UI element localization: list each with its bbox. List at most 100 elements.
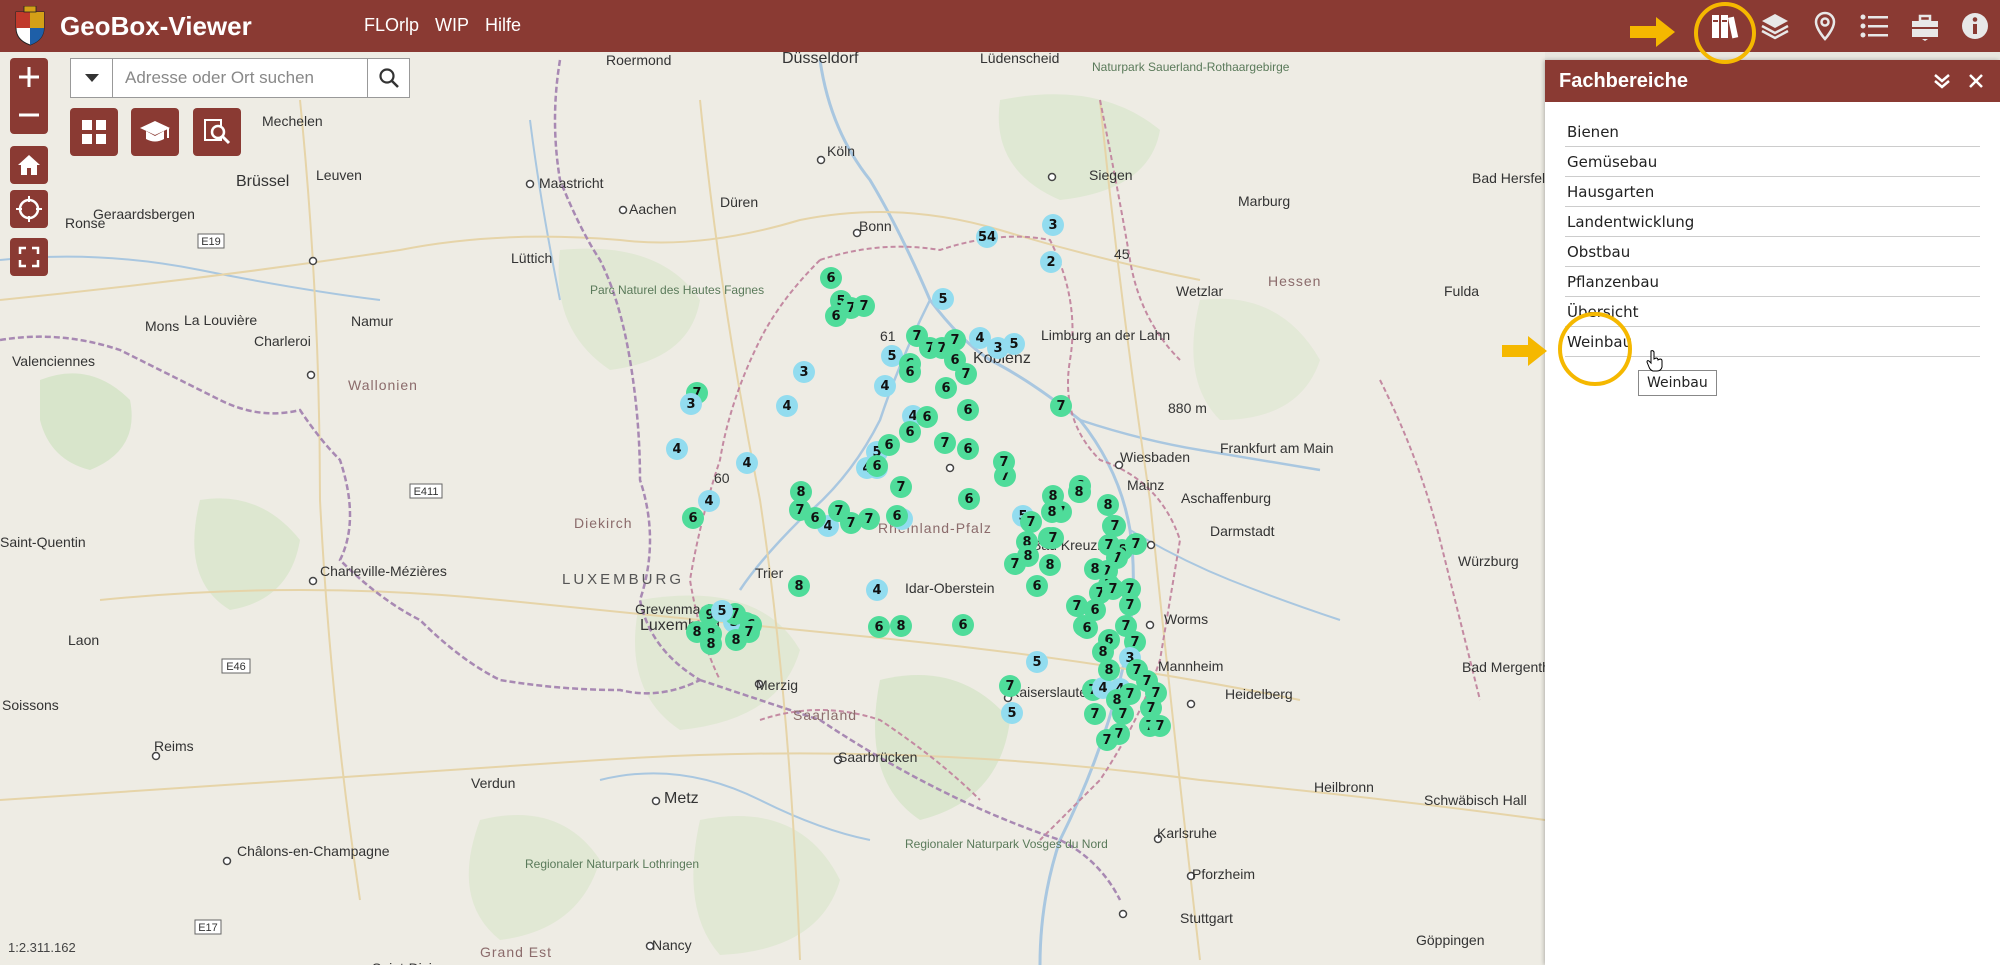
fullscreen-button[interactable]	[10, 238, 48, 276]
info-button[interactable]	[1950, 0, 2000, 52]
nav-hilfe[interactable]: Hilfe	[485, 15, 521, 36]
cluster-marker[interactable]: 6	[1026, 575, 1048, 597]
place-label: Göppingen	[1416, 932, 1485, 948]
cluster-marker[interactable]: 6	[878, 434, 900, 456]
cluster-marker[interactable]: 7	[1066, 595, 1088, 617]
cluster-marker[interactable]: 7	[993, 451, 1015, 473]
cluster-marker[interactable]: 6	[952, 614, 974, 636]
close-button[interactable]	[1966, 71, 1986, 91]
cluster-marker[interactable]: 4	[874, 375, 896, 397]
home-button[interactable]	[10, 146, 48, 184]
cluster-marker[interactable]: 4	[776, 395, 798, 417]
cluster-marker[interactable]: 8	[1068, 481, 1090, 503]
map-search-button[interactable]	[193, 108, 241, 156]
cluster-marker[interactable]: 6	[916, 406, 938, 428]
list-item-uebersicht[interactable]: Übersicht	[1565, 297, 1980, 327]
cluster-marker[interactable]: 7	[858, 508, 880, 530]
cluster-marker[interactable]: 7	[1096, 729, 1118, 751]
cluster-marker[interactable]: 7	[1119, 594, 1141, 616]
cluster-marker[interactable]: 6	[825, 305, 847, 327]
cluster-marker[interactable]: 5	[1026, 651, 1048, 673]
cluster-marker[interactable]: 6	[957, 399, 979, 421]
cluster-marker[interactable]: 4	[666, 438, 688, 460]
zoom-out-button[interactable]	[10, 96, 48, 134]
cluster-marker[interactable]: 8	[1041, 501, 1063, 523]
cluster-marker[interactable]: 7	[828, 500, 850, 522]
cluster-marker[interactable]: 4	[866, 579, 888, 601]
cluster-marker[interactable]: 6	[682, 507, 704, 529]
search-button[interactable]	[367, 59, 409, 97]
cluster-marker[interactable]: 6	[886, 505, 908, 527]
cluster-marker[interactable]: 7	[1020, 511, 1042, 533]
cluster-marker[interactable]: 6	[957, 438, 979, 460]
toolbox-button[interactable]	[1900, 0, 1950, 52]
list-item-bienen[interactable]: Bienen	[1565, 117, 1980, 147]
cluster-marker[interactable]: 4	[736, 452, 758, 474]
cluster-marker[interactable]: 7	[1125, 533, 1147, 555]
cluster-marker[interactable]: 6	[899, 361, 921, 383]
cluster-marker[interactable]: 8	[700, 633, 722, 655]
cluster-marker[interactable]: 3	[1042, 214, 1064, 236]
cluster-marker[interactable]: 8	[1084, 558, 1106, 580]
list-item-landentwicklung[interactable]: Landentwicklung	[1565, 207, 1980, 237]
cluster-marker[interactable]: 3	[680, 393, 702, 415]
collapse-button[interactable]	[1932, 71, 1952, 91]
cluster-marker[interactable]: 8	[1098, 659, 1120, 681]
cluster-marker[interactable]: 6	[866, 455, 888, 477]
cluster-marker[interactable]: 4	[698, 490, 720, 512]
cluster-marker[interactable]: 6	[868, 616, 890, 638]
list-button[interactable]	[1850, 0, 1900, 52]
cluster-marker[interactable]: 8	[1039, 554, 1061, 576]
cluster-marker[interactable]: 5	[1001, 702, 1023, 724]
nav-wip[interactable]: WIP	[435, 15, 469, 36]
cluster-marker[interactable]: 7	[1084, 703, 1106, 725]
cluster-marker[interactable]: 6	[899, 421, 921, 443]
cluster-marker[interactable]: 6	[820, 267, 842, 289]
cluster-marker[interactable]: 8	[890, 615, 912, 637]
location-pin-button[interactable]	[1800, 0, 1850, 52]
fachbereiche-panel: Fachbereiche Bienen Gemüsebau Hausgarten…	[1545, 60, 2000, 965]
list-item-obstbau[interactable]: Obstbau	[1565, 237, 1980, 267]
place-label: Regionaler Naturpark Lothringen	[525, 857, 700, 871]
cluster-marker[interactable]: 8	[790, 481, 812, 503]
cluster-marker[interactable]: 7	[999, 675, 1021, 697]
cluster-marker[interactable]: 5	[1003, 333, 1025, 355]
cluster-marker[interactable]: 6	[935, 377, 957, 399]
place-label: Idar-Oberstein	[905, 580, 995, 596]
cluster-marker[interactable]: 7	[890, 476, 912, 498]
cluster-marker[interactable]: 3	[793, 361, 815, 383]
cluster-marker[interactable]: 7	[1042, 527, 1064, 549]
cluster-marker[interactable]: 7	[1050, 395, 1072, 417]
cluster-marker[interactable]: 6	[958, 488, 980, 510]
cluster-marker[interactable]: 7	[934, 432, 956, 454]
cluster-marker[interactable]: 5	[711, 600, 733, 622]
cluster-marker[interactable]: 8	[725, 629, 747, 651]
locate-button[interactable]	[10, 190, 48, 228]
cluster-marker[interactable]: 8	[1097, 494, 1119, 516]
cluster-marker[interactable]: 7	[955, 363, 977, 385]
education-button[interactable]	[131, 108, 179, 156]
place-label: Bad Hersfeld	[1472, 170, 1545, 186]
list-item-hausgarten[interactable]: Hausgarten	[1565, 177, 1980, 207]
cluster-marker[interactable]: 54	[976, 226, 998, 248]
search-input[interactable]	[113, 59, 367, 97]
list-item-gemuesebau[interactable]: Gemüsebau	[1565, 147, 1980, 177]
cluster-marker[interactable]: 8	[788, 575, 810, 597]
list-item-pflanzenbau[interactable]: Pflanzenbau	[1565, 267, 1980, 297]
cluster-marker[interactable]: 5	[932, 288, 954, 310]
zoom-in-button[interactable]	[10, 58, 48, 96]
cluster-marker[interactable]: 7	[944, 329, 966, 351]
search-dropdown-button[interactable]	[71, 59, 113, 97]
grid-view-button[interactable]	[70, 108, 118, 156]
cluster-marker[interactable]: 7	[1004, 553, 1026, 575]
cluster-marker[interactable]: 7	[853, 295, 875, 317]
layers-button[interactable]	[1750, 0, 1800, 52]
cluster-marker[interactable]: 7	[1112, 703, 1134, 725]
cluster-marker[interactable]: 2	[1040, 251, 1062, 273]
nav-florlp[interactable]: FLOrlp	[364, 15, 419, 36]
cluster-marker[interactable]: 7	[1149, 715, 1171, 737]
cluster-marker[interactable]: 7	[1098, 534, 1120, 556]
cluster-marker[interactable]: 6	[1076, 617, 1098, 639]
map-canvas[interactable]: E19 E411 E46 E17 Düsseldorf Roermond Lüden…	[0, 52, 1545, 965]
location-pin-icon	[1813, 11, 1837, 41]
